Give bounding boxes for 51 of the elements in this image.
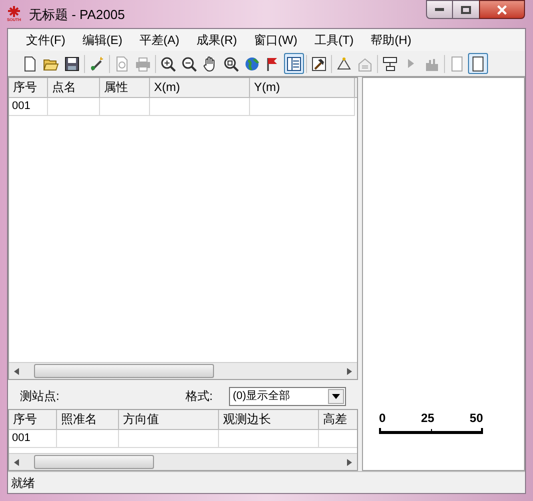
magic-wand-icon [89,56,105,72]
menu-item[interactable]: 窗口(W) [254,31,298,49]
toolbar-button[interactable] [468,53,488,74]
toolbar-button[interactable] [284,53,304,74]
table-cell [48,98,100,116]
format-dropdown[interactable]: (0)显示全部 [228,386,346,406]
scrollbar-thumb[interactable] [34,364,214,378]
menu-item[interactable]: 平差(A) [139,31,180,49]
new-file-icon [22,56,38,72]
scroll-left-arrow-icon[interactable] [14,458,19,466]
network-icon [382,56,398,72]
maximize-button[interactable] [453,0,479,19]
hammer-icon [311,56,327,72]
house-document-icon [357,56,373,72]
scroll-right-arrow-icon[interactable] [347,368,352,374]
scrollbar-thumb[interactable] [34,455,154,469]
close-icon [497,4,507,14]
play-icon [408,59,414,68]
table-cell: 001 [9,430,57,448]
scale-label: 0 [379,411,386,425]
status-text: 就绪 [11,474,35,492]
print-preview-icon [114,56,130,72]
station-label: 测站点: [20,388,60,405]
table-cell [100,98,150,116]
horizontal-scrollbar[interactable] [9,453,357,470]
blank-page-icon [470,56,486,72]
panel-layout-icon [286,56,302,72]
scroll-right-arrow-icon[interactable] [347,458,352,466]
close-button[interactable] [479,0,525,19]
triangle-icon [336,56,352,72]
printer-icon [135,56,151,72]
globe-icon [244,56,260,72]
menu-item[interactable]: 帮助(H) [370,31,412,49]
table-cell [57,430,119,448]
zoom-out-icon [181,56,197,72]
scroll-left-arrow-icon[interactable] [14,368,19,374]
save-icon [64,56,80,72]
menu-item[interactable]: 工具(T) [314,31,354,49]
menu-item[interactable]: 文件(F) [26,31,66,49]
minimize-button[interactable] [426,0,453,19]
scale-label: 50 [470,411,483,425]
zoom-in-icon [160,56,176,72]
menu-item[interactable]: 成果(R) [196,31,237,49]
scale-label: 25 [420,411,434,425]
table-cell: 001 [9,98,48,116]
format-label: 格式: [185,388,213,405]
menu-item[interactable]: 编辑(E) [82,31,122,49]
zoom-window-icon [223,56,239,72]
horizontal-scrollbar[interactable] [9,362,357,379]
window-title: 无标题 - PA2005 [29,6,125,24]
blank-page-icon [449,56,465,72]
